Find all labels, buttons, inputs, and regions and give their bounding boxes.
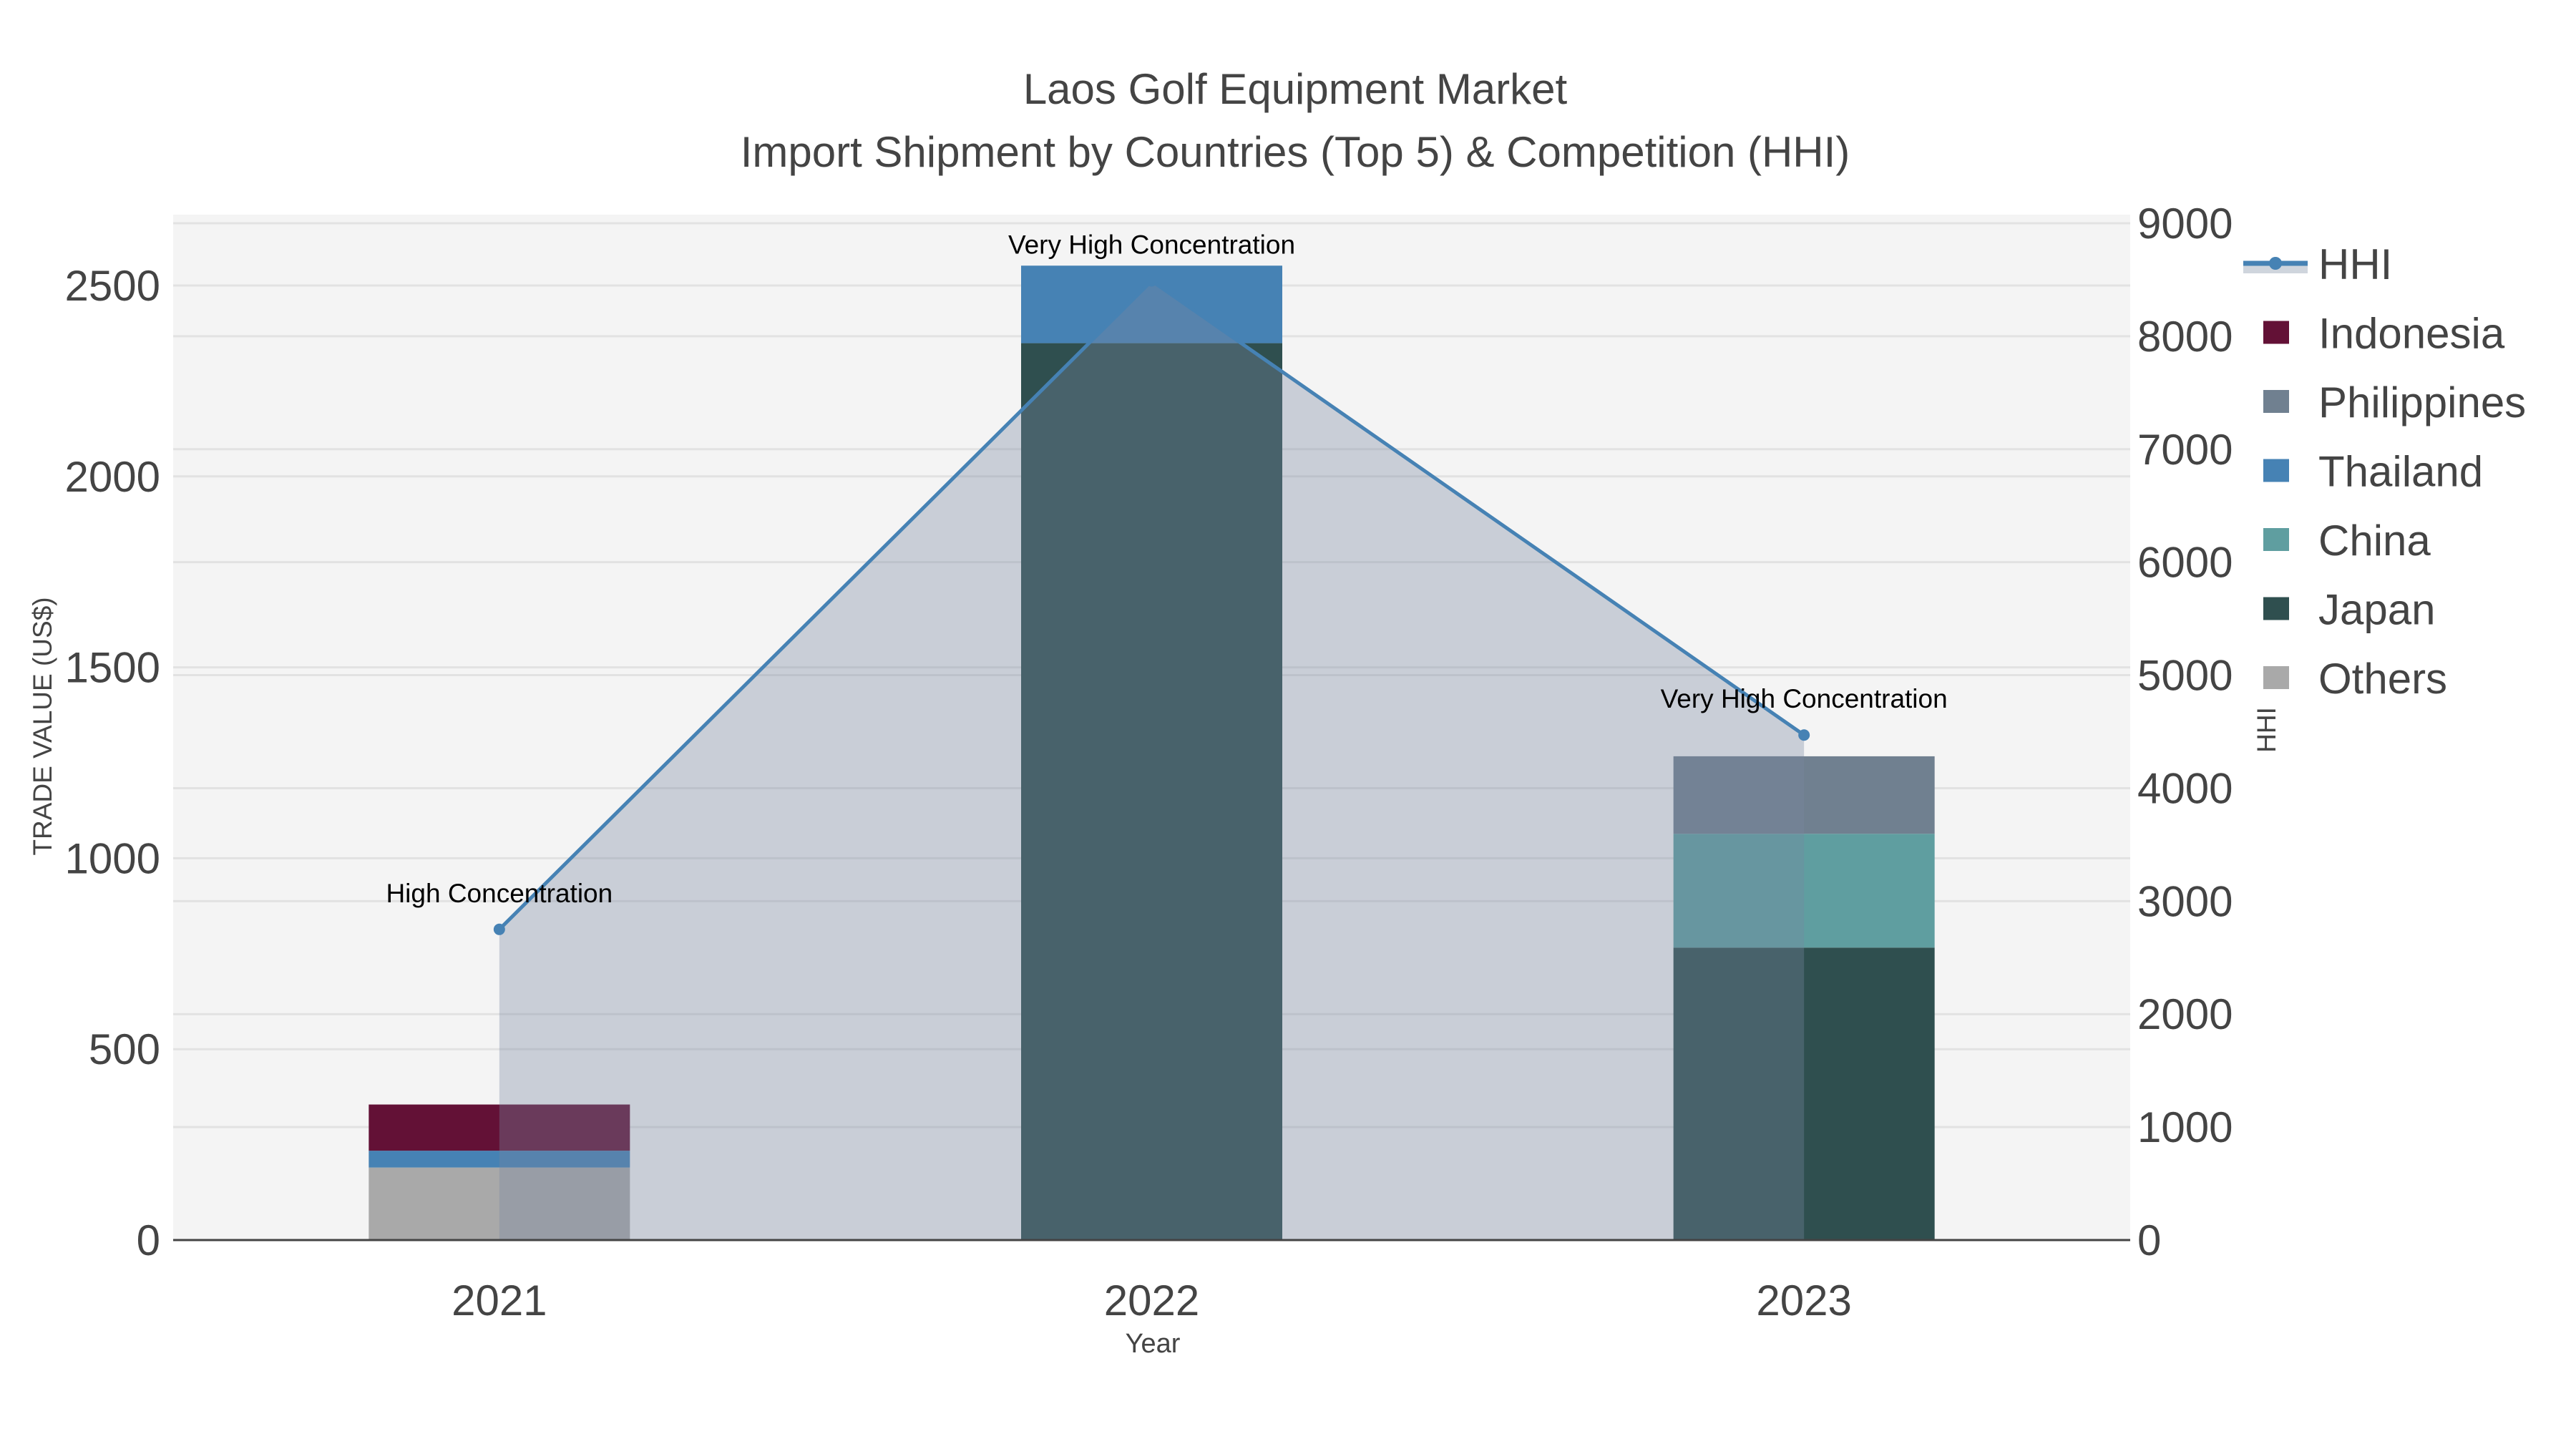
y-tick-label: 1000	[65, 834, 160, 882]
legend-label-indonesia: Indonesia	[2318, 310, 2505, 358]
y2-axis-title: HHI	[2252, 707, 2281, 753]
y2-tick-label: 2000	[2137, 990, 2233, 1038]
y2-tick-label: 8000	[2137, 313, 2233, 361]
y2-tick-label: 4000	[2137, 764, 2233, 812]
chart: Laos Golf Equipment Market Import Shipme…	[28, 65, 2526, 1359]
legend-label-others: Others	[2318, 655, 2447, 703]
legend-label-philippines: Philippines	[2318, 379, 2526, 426]
y-tick-label: 2000	[65, 453, 160, 501]
legend-label-china: China	[2318, 517, 2431, 565]
legend-swatch-indonesia	[2263, 321, 2289, 344]
legend: HHI Indonesia Philippines Thailand China Japa…	[2243, 240, 2526, 703]
y-tick-label: 500	[89, 1025, 160, 1073]
legend-swatch-others	[2263, 666, 2289, 689]
y2-tick-label: 5000	[2137, 652, 2233, 700]
legend-swatch-china	[2263, 528, 2289, 551]
hhi-point-2023	[1798, 729, 1810, 741]
legend-swatch-thailand	[2263, 459, 2289, 482]
legend-hhi-marker	[2269, 257, 2282, 270]
plot-area: High Concentration Very High Concentratio…	[65, 200, 2252, 1324]
y2-tick-label: 9000	[2137, 200, 2233, 248]
hhi-annotation: High Concentration	[386, 879, 613, 908]
chart-subtitle: Import Shipment by Countries (Top 5) & C…	[741, 128, 1850, 176]
legend-label-hhi: HHI	[2318, 240, 2392, 288]
hhi-annotation: Very High Concentration	[1008, 230, 1295, 260]
legend-swatch-japan	[2263, 597, 2289, 620]
chart-title: Laos Golf Equipment Market	[1023, 65, 1568, 113]
y-axis-title: TRADE VALUE (US$)	[28, 597, 57, 855]
y2-tick-label: 0	[2137, 1216, 2161, 1264]
legend-label-thailand: Thailand	[2318, 448, 2483, 496]
hhi-point-2022	[1146, 275, 1158, 287]
legend-swatch-philippines	[2263, 390, 2289, 413]
legend-label-japan: Japan	[2318, 586, 2435, 634]
y2-tick-label: 6000	[2137, 539, 2233, 587]
y-tick-label: 0	[137, 1216, 160, 1264]
x-tick-label: 2022	[1104, 1277, 1199, 1324]
x-tick-label: 2021	[452, 1277, 547, 1324]
y2-label-clip	[2238, 200, 2252, 1274]
x-tick-label: 2023	[1756, 1277, 1851, 1324]
y-tick-label: 2500	[65, 262, 160, 310]
y2-tick-label: 7000	[2137, 426, 2233, 474]
y2-tick-label: 1000	[2137, 1103, 2233, 1151]
x-axis-title: Year	[1126, 1329, 1181, 1359]
hhi-annotation: Very High Concentration	[1661, 684, 1948, 713]
y-tick-label: 1500	[65, 644, 160, 692]
hhi-point-2021	[493, 923, 505, 935]
y2-tick-label: 3000	[2137, 877, 2233, 925]
